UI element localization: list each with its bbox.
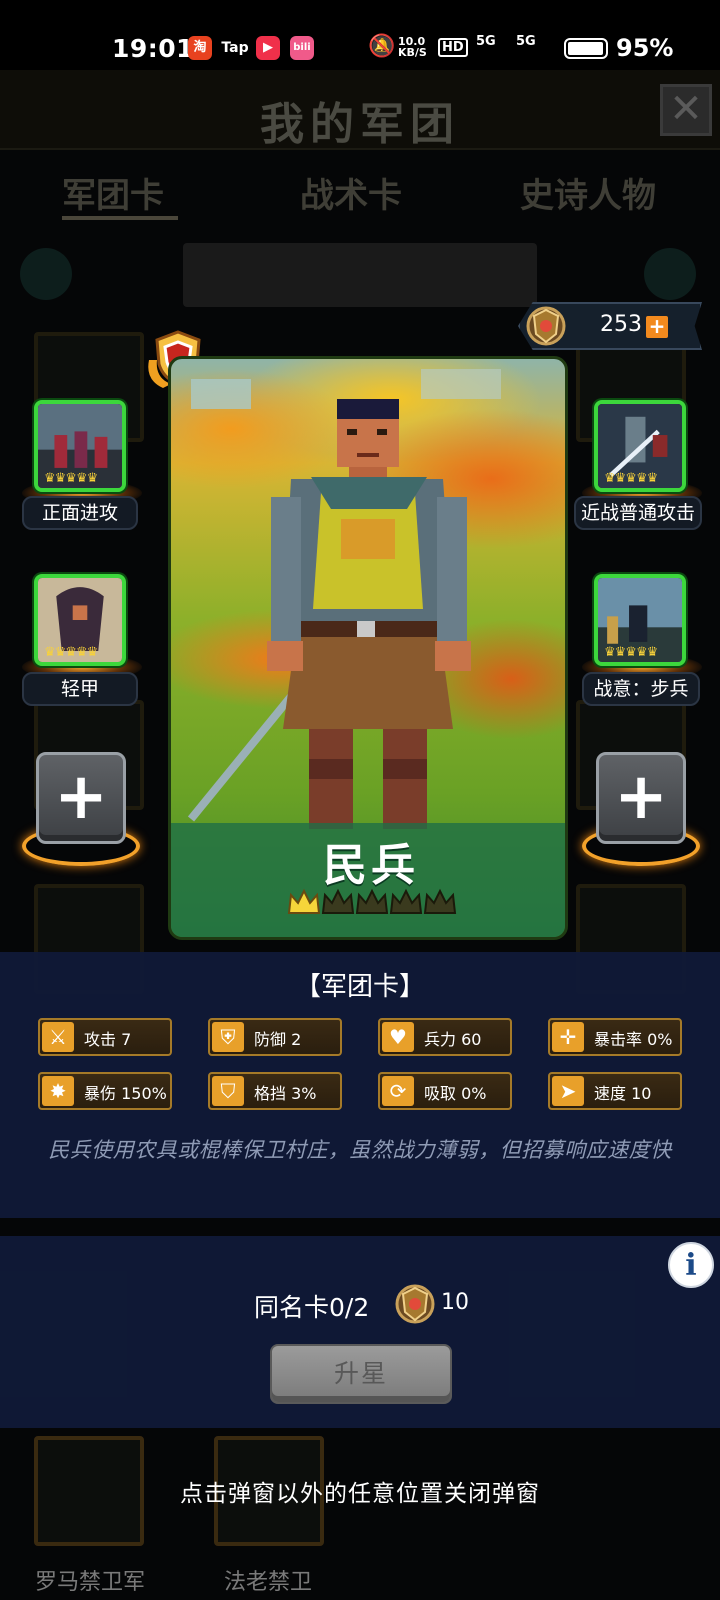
hd-icon: HD bbox=[438, 38, 468, 57]
burst-icon: ✸ bbox=[42, 1076, 74, 1106]
skill-label: 轻甲 bbox=[22, 672, 138, 706]
stat-speed-text: 速度 10 bbox=[594, 1084, 652, 1103]
battery-icon bbox=[564, 38, 608, 59]
stat-attack: ⚔ 攻击 7 bbox=[38, 1018, 172, 1056]
upgrade-cost: 10 bbox=[441, 1290, 469, 1315]
skill-slot-melee-attack[interactable]: ♛♛♛♛♛ bbox=[594, 400, 686, 492]
card-type-title: 【军团卡】 bbox=[294, 972, 425, 1002]
tab-epic-figure[interactable]: 史诗人物 bbox=[520, 168, 656, 217]
card-description: 民兵使用农具或棍棒保卫村庄，虽然战力薄弱，但招募响应速度快 bbox=[48, 1138, 672, 1162]
stat-block: ⛉ 格挡 3% bbox=[208, 1072, 342, 1110]
slot-crowns: ♛♛♛♛♛ bbox=[604, 471, 658, 486]
page-title: 我的军团 bbox=[260, 99, 460, 150]
add-currency-button[interactable]: + bbox=[646, 316, 668, 338]
search-input[interactable] bbox=[183, 243, 537, 307]
bg-card-label: 罗马禁卫军 bbox=[34, 1570, 145, 1595]
bg-card-label: 法老禁卫 bbox=[223, 1570, 312, 1595]
taptap-app-icon: Tap bbox=[221, 40, 249, 56]
drain-icon: ⟳ bbox=[382, 1076, 414, 1106]
star-rating bbox=[287, 887, 457, 921]
crown-empty-icon bbox=[389, 888, 423, 914]
status-time: 19:01 bbox=[112, 34, 195, 63]
signal-5g-2-icon: 5G bbox=[516, 34, 536, 49]
parry-icon: ⛉ bbox=[212, 1076, 244, 1106]
mute-icon: 🔕 bbox=[368, 34, 396, 59]
militia-portrait bbox=[187, 369, 501, 829]
add-skill-button-right[interactable]: + bbox=[596, 752, 686, 844]
skill-label: 正面进攻 bbox=[22, 496, 138, 530]
card-name: 民兵 bbox=[323, 840, 419, 891]
skill-slot-frontal-assault[interactable]: ♛♛♛♛♛ bbox=[34, 400, 126, 492]
stat-crit-damage-text: 暴伤 150% bbox=[84, 1084, 167, 1103]
battery-percent: 95% bbox=[616, 34, 674, 62]
plus-icon: + bbox=[614, 760, 668, 834]
stat-defense-text: 防御 2 bbox=[254, 1030, 302, 1049]
filter-icon[interactable] bbox=[644, 248, 696, 300]
list-icon[interactable] bbox=[20, 248, 72, 300]
plus-icon: + bbox=[54, 760, 108, 834]
add-skill-button-left[interactable]: + bbox=[36, 752, 126, 844]
tab-underline bbox=[62, 216, 178, 220]
stat-defense: ⛨ 防御 2 bbox=[208, 1018, 342, 1056]
shield-icon: ⛨ bbox=[212, 1022, 244, 1052]
slot-crowns: ♛♛♛♛♛ bbox=[44, 471, 98, 486]
same-card-count: 同名卡0/2 bbox=[254, 1293, 370, 1322]
info-glyph: i bbox=[685, 1248, 697, 1283]
stat-block-text: 格挡 3% bbox=[254, 1084, 317, 1103]
crown-empty-icon bbox=[355, 888, 389, 914]
stat-attack-text: 攻击 7 bbox=[84, 1030, 132, 1049]
stat-troops: ♥ 兵力 60 bbox=[378, 1018, 512, 1056]
crown-empty-icon bbox=[321, 888, 355, 914]
taobao-app-icon: 淘 bbox=[188, 36, 212, 60]
slot-crowns: ♛♛♛♛♛ bbox=[44, 645, 98, 660]
skill-label: 近战普通攻击 bbox=[574, 496, 702, 530]
stat-crit-rate: ✛ 暴击率 0% bbox=[548, 1018, 682, 1056]
tab-tactic-card[interactable]: 战术卡 bbox=[300, 168, 402, 217]
signal-5g-icon: 5G bbox=[476, 34, 496, 49]
stat-crit-damage: ✸ 暴伤 150% bbox=[38, 1072, 172, 1110]
dismiss-hint: 点击弹窗以外的任意位置关闭弹窗 bbox=[180, 1481, 540, 1507]
crown-filled-icon bbox=[287, 888, 321, 914]
stat-crit-rate-text: 暴击率 0% bbox=[594, 1030, 673, 1049]
slot-crowns: ♛♛♛♛♛ bbox=[604, 645, 658, 660]
video-app-icon: ▶ bbox=[256, 36, 280, 60]
currency-value: 253 bbox=[600, 312, 642, 337]
star-up-label: 升星 bbox=[333, 1359, 388, 1388]
crown-empty-icon bbox=[423, 888, 457, 914]
stat-troops-text: 兵力 60 bbox=[424, 1030, 482, 1049]
tab-legion-card[interactable]: 军团卡 bbox=[62, 168, 164, 217]
net-speed: 10.0 KB/S bbox=[398, 35, 427, 59]
stat-lifesteal-text: 吸取 0% bbox=[424, 1084, 487, 1103]
star-up-button[interactable]: 升星 bbox=[270, 1344, 452, 1404]
crosshair-icon: ✛ bbox=[552, 1022, 584, 1052]
skill-label: 战意：步兵 bbox=[582, 672, 700, 706]
sword-icon: ⚔ bbox=[42, 1022, 74, 1052]
legion-emblem-icon bbox=[526, 306, 566, 346]
close-icon[interactable]: ✕ bbox=[660, 84, 712, 136]
info-icon[interactable]: i bbox=[668, 1242, 714, 1288]
stat-lifesteal: ⟳ 吸取 0% bbox=[378, 1072, 512, 1110]
legion-emblem-icon bbox=[395, 1284, 435, 1324]
stat-speed: ➤ 速度 10 bbox=[548, 1072, 682, 1110]
heart-icon: ♥ bbox=[382, 1022, 414, 1052]
boot-icon: ➤ bbox=[552, 1076, 584, 1106]
unit-card: 民兵 bbox=[168, 356, 568, 940]
skill-slot-infantry-morale[interactable]: ♛♛♛♛♛ bbox=[594, 574, 686, 666]
bilibili-app-icon: bili bbox=[290, 36, 314, 60]
skill-slot-light-armor[interactable]: ♛♛♛♛♛ bbox=[34, 574, 126, 666]
